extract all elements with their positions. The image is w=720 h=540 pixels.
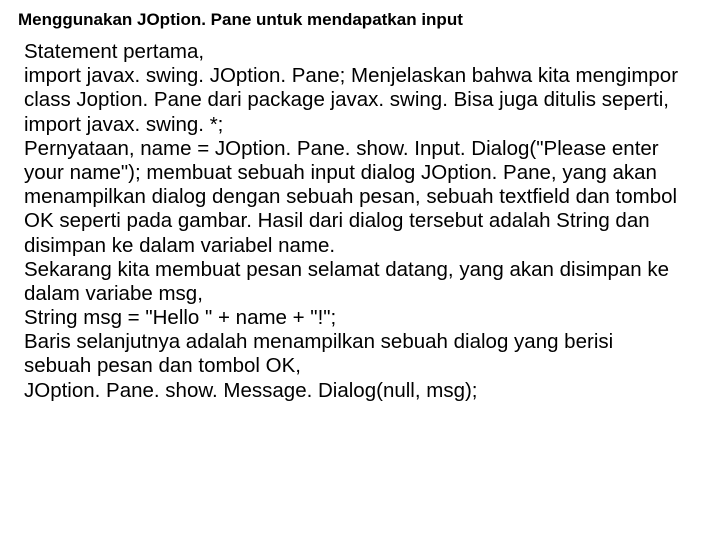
- slide-body: Statement pertama, import javax. swing. …: [18, 40, 702, 403]
- slide-title: Menggunakan JOption. Pane untuk mendapat…: [18, 10, 702, 30]
- slide: Menggunakan JOption. Pane untuk mendapat…: [0, 0, 720, 421]
